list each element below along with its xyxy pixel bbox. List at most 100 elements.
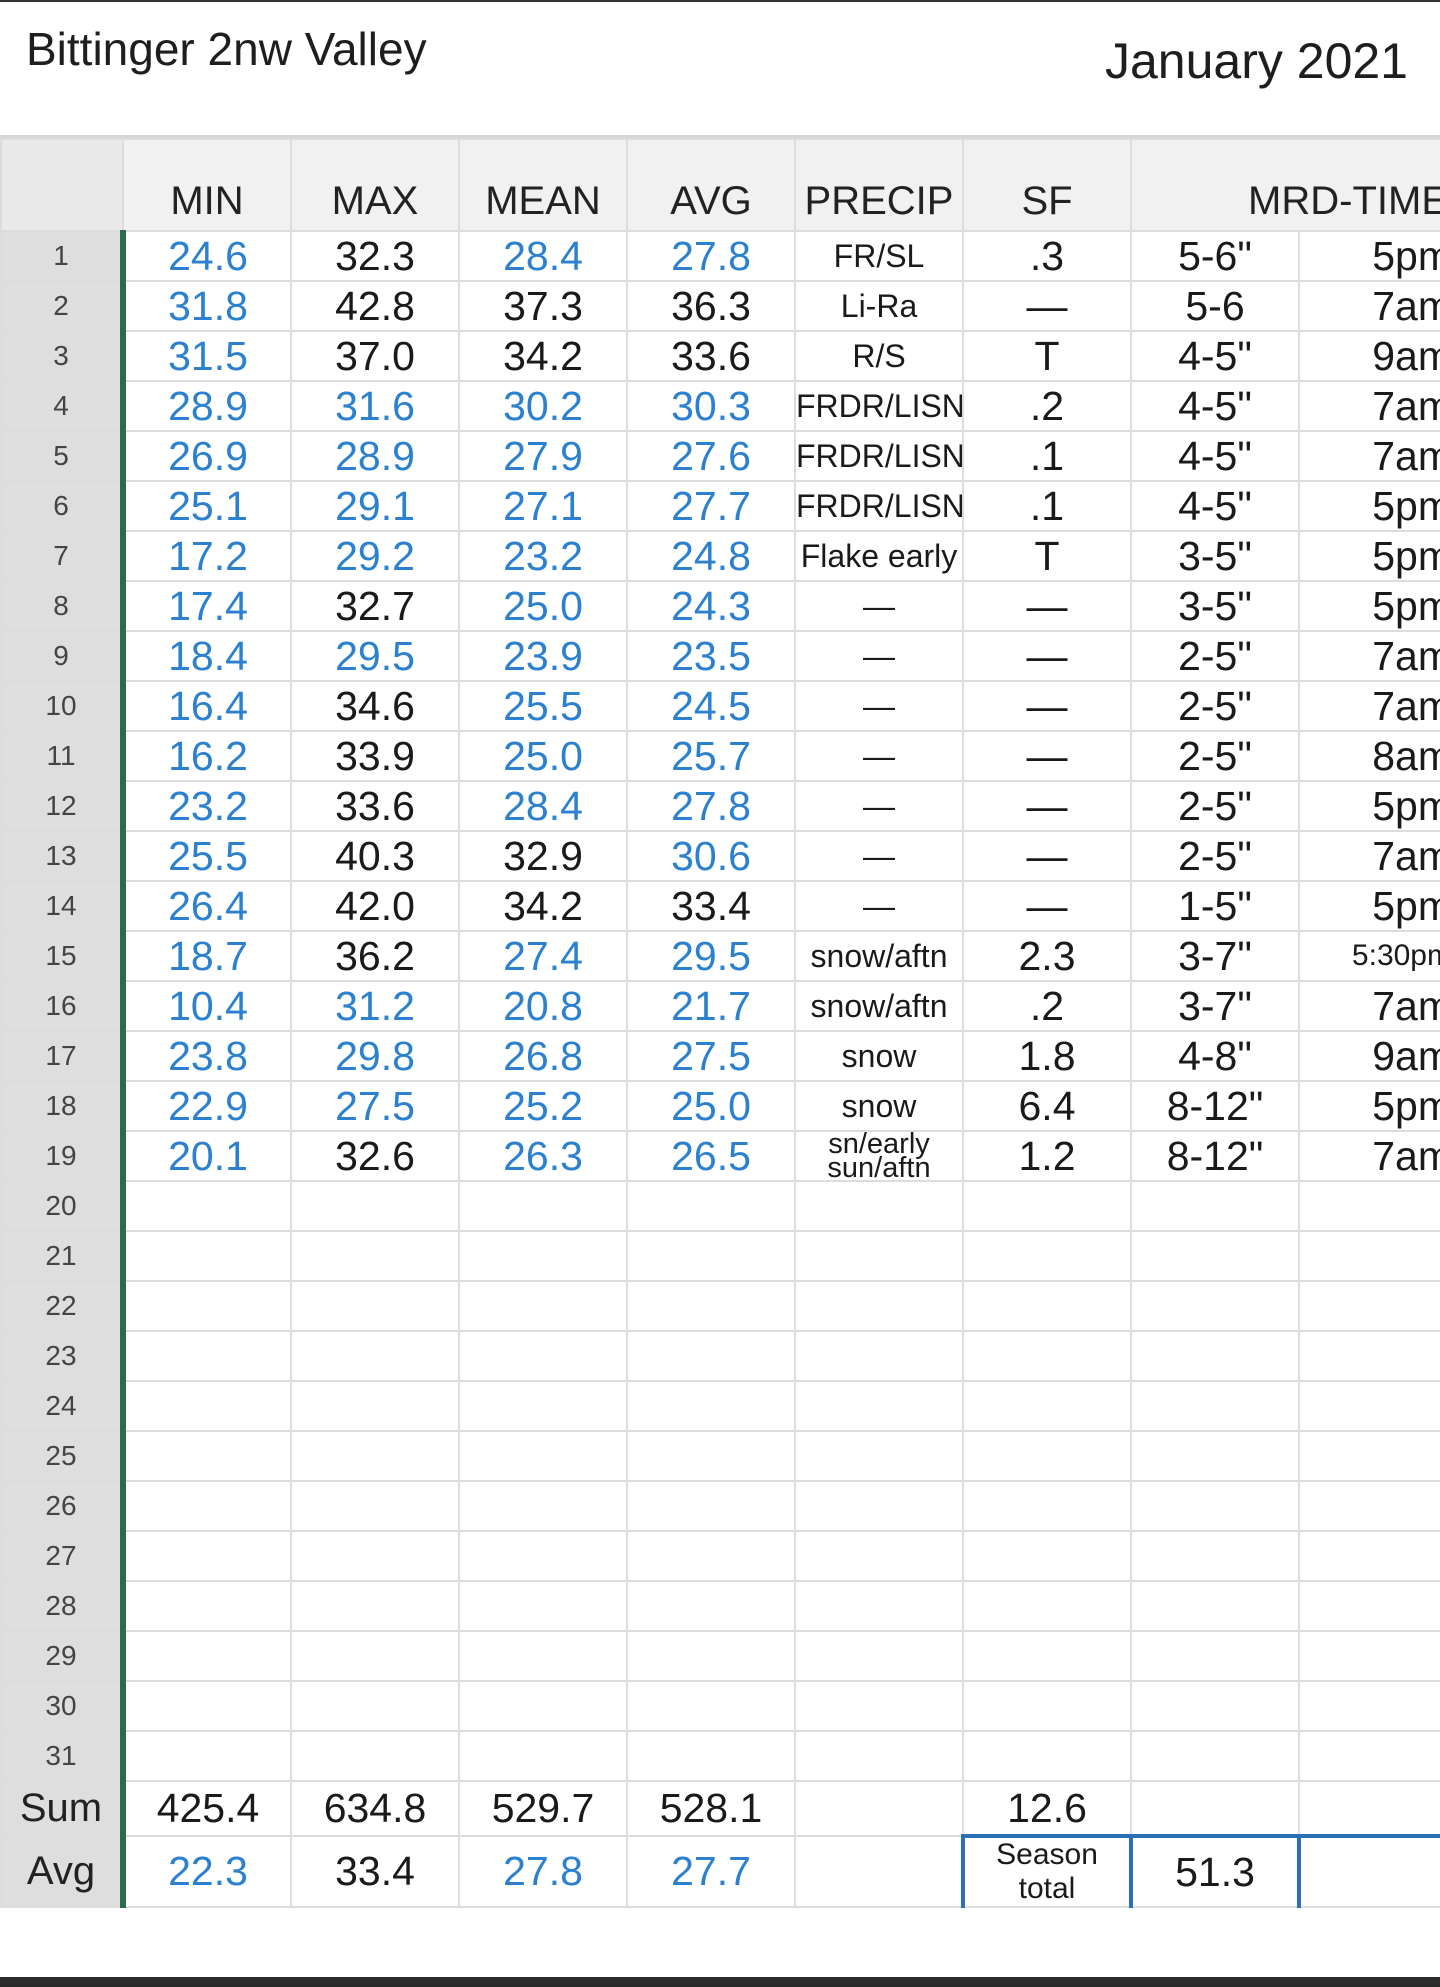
row-number[interactable]: 27 xyxy=(0,1530,126,1582)
cell-precip[interactable]: snow/aftn xyxy=(794,930,964,982)
cell-avg[interactable]: 26.5 xyxy=(626,1130,796,1182)
row-number[interactable]: 24 xyxy=(0,1380,126,1432)
empty-cell[interactable] xyxy=(290,1630,460,1682)
cell-mrd[interactable]: 2-5" xyxy=(1130,730,1300,782)
cell-mean[interactable]: 28.4 xyxy=(458,230,628,282)
empty-cell[interactable] xyxy=(458,1480,628,1532)
cell-mean[interactable]: 26.3 xyxy=(458,1130,628,1182)
empty-cell[interactable] xyxy=(794,1580,964,1632)
cell-mean[interactable]: 26.8 xyxy=(458,1030,628,1082)
cell-precip[interactable]: — xyxy=(794,780,964,832)
cell-max[interactable]: 36.2 xyxy=(290,930,460,982)
cell-max[interactable]: 32.6 xyxy=(290,1130,460,1182)
empty-cell[interactable] xyxy=(626,1280,796,1332)
empty-cell[interactable] xyxy=(1298,1430,1440,1482)
sum-min[interactable]: 425.4 xyxy=(122,1780,292,1837)
empty-cell[interactable] xyxy=(962,1530,1132,1582)
cell-mrd[interactable]: 3-5" xyxy=(1130,530,1300,582)
cell-min[interactable]: 26.9 xyxy=(122,430,292,482)
empty-cell[interactable] xyxy=(290,1730,460,1782)
empty-cell[interactable] xyxy=(1298,1680,1440,1732)
empty-cell[interactable] xyxy=(962,1730,1132,1782)
empty-cell[interactable] xyxy=(458,1530,628,1582)
empty-cell[interactable] xyxy=(458,1280,628,1332)
cell-time[interactable]: 5pm xyxy=(1298,480,1440,532)
empty-cell[interactable] xyxy=(1298,1280,1440,1332)
cell-min[interactable]: 31.5 xyxy=(122,330,292,382)
cell-sf[interactable]: .2 xyxy=(962,980,1132,1032)
column-header-mrd-time[interactable]: MRD-TIME xyxy=(1130,138,1440,232)
row-number[interactable]: 13 xyxy=(0,830,126,882)
row-number[interactable]: 21 xyxy=(0,1230,126,1282)
cell-sf[interactable]: — xyxy=(962,830,1132,882)
cell-min[interactable]: 24.6 xyxy=(122,230,292,282)
empty-cell[interactable] xyxy=(458,1180,628,1232)
empty-cell[interactable] xyxy=(1130,1280,1300,1332)
cell-avg[interactable]: 36.3 xyxy=(626,280,796,332)
cell-mean[interactable]: 25.2 xyxy=(458,1080,628,1132)
cell-mrd[interactable]: 3-5" xyxy=(1130,580,1300,632)
empty-cell[interactable] xyxy=(626,1580,796,1632)
cell-max[interactable]: 29.5 xyxy=(290,630,460,682)
empty-cell[interactable] xyxy=(1298,1180,1440,1232)
cell-mean[interactable]: 25.0 xyxy=(458,730,628,782)
empty-cell[interactable] xyxy=(1130,1630,1300,1682)
cell-mrd[interactable]: 5-6 xyxy=(1130,280,1300,332)
empty-cell[interactable] xyxy=(122,1580,292,1632)
cell-sf[interactable]: — xyxy=(962,580,1132,632)
empty-cell[interactable] xyxy=(458,1580,628,1632)
avg-avg[interactable]: 27.7 xyxy=(626,1835,796,1908)
row-number[interactable]: 15 xyxy=(0,930,126,982)
sum-max[interactable]: 634.8 xyxy=(290,1780,460,1837)
empty-cell[interactable] xyxy=(122,1530,292,1582)
row-number[interactable]: 10 xyxy=(0,680,126,732)
column-header-mean[interactable]: MEAN xyxy=(458,138,628,232)
empty-cell[interactable] xyxy=(626,1680,796,1732)
cell-min[interactable]: 23.2 xyxy=(122,780,292,832)
cell-mrd[interactable]: 2-5" xyxy=(1130,780,1300,832)
cell-avg[interactable]: 25.0 xyxy=(626,1080,796,1132)
row-number[interactable]: 31 xyxy=(0,1730,126,1782)
empty-cell[interactable] xyxy=(1130,1780,1300,1837)
cell-max[interactable]: 32.7 xyxy=(290,580,460,632)
cell-precip[interactable]: FR/SL xyxy=(794,230,964,282)
empty-cell[interactable] xyxy=(122,1380,292,1432)
cell-precip[interactable]: snow/aftn xyxy=(794,980,964,1032)
avg-label[interactable]: Avg xyxy=(0,1835,126,1908)
cell-sf[interactable]: .1 xyxy=(962,480,1132,532)
cell-sf[interactable]: — xyxy=(962,880,1132,932)
avg-max[interactable]: 33.4 xyxy=(290,1835,460,1908)
cell-precip[interactable]: FRDR/LISN xyxy=(794,480,964,532)
empty-cell[interactable] xyxy=(458,1230,628,1282)
empty-cell[interactable] xyxy=(1130,1430,1300,1482)
empty-cell[interactable] xyxy=(794,1680,964,1732)
empty-cell[interactable] xyxy=(794,1180,964,1232)
cell-precip[interactable]: — xyxy=(794,580,964,632)
cell-time[interactable]: 5pm xyxy=(1298,530,1440,582)
cell-min[interactable]: 26.4 xyxy=(122,880,292,932)
cell-time[interactable]: 8am xyxy=(1298,730,1440,782)
empty-cell[interactable] xyxy=(962,1430,1132,1482)
row-number[interactable]: 6 xyxy=(0,480,126,532)
cell-max[interactable]: 32.3 xyxy=(290,230,460,282)
cell-avg[interactable]: 27.8 xyxy=(626,780,796,832)
cell-mrd[interactable]: 8-12" xyxy=(1130,1080,1300,1132)
empty-cell[interactable] xyxy=(458,1330,628,1382)
empty-cell[interactable] xyxy=(626,1230,796,1282)
empty-cell[interactable] xyxy=(458,1680,628,1732)
cell-mrd[interactable]: 5-6" xyxy=(1130,230,1300,282)
empty-cell[interactable] xyxy=(794,1330,964,1382)
cell-time[interactable]: 7am xyxy=(1298,1130,1440,1182)
empty-cell[interactable] xyxy=(1298,1530,1440,1582)
row-number[interactable]: 26 xyxy=(0,1480,126,1532)
cell-precip[interactable]: — xyxy=(794,880,964,932)
cell-sf[interactable]: — xyxy=(962,780,1132,832)
cell-sf[interactable]: .2 xyxy=(962,380,1132,432)
empty-cell[interactable] xyxy=(290,1480,460,1532)
cell-mean[interactable]: 34.2 xyxy=(458,330,628,382)
empty-cell[interactable] xyxy=(290,1280,460,1332)
cell-sf[interactable]: .3 xyxy=(962,230,1132,282)
empty-cell[interactable] xyxy=(1298,1480,1440,1532)
column-header-sf[interactable]: SF xyxy=(962,138,1132,232)
cell-sf[interactable]: 1.2 xyxy=(962,1130,1132,1182)
